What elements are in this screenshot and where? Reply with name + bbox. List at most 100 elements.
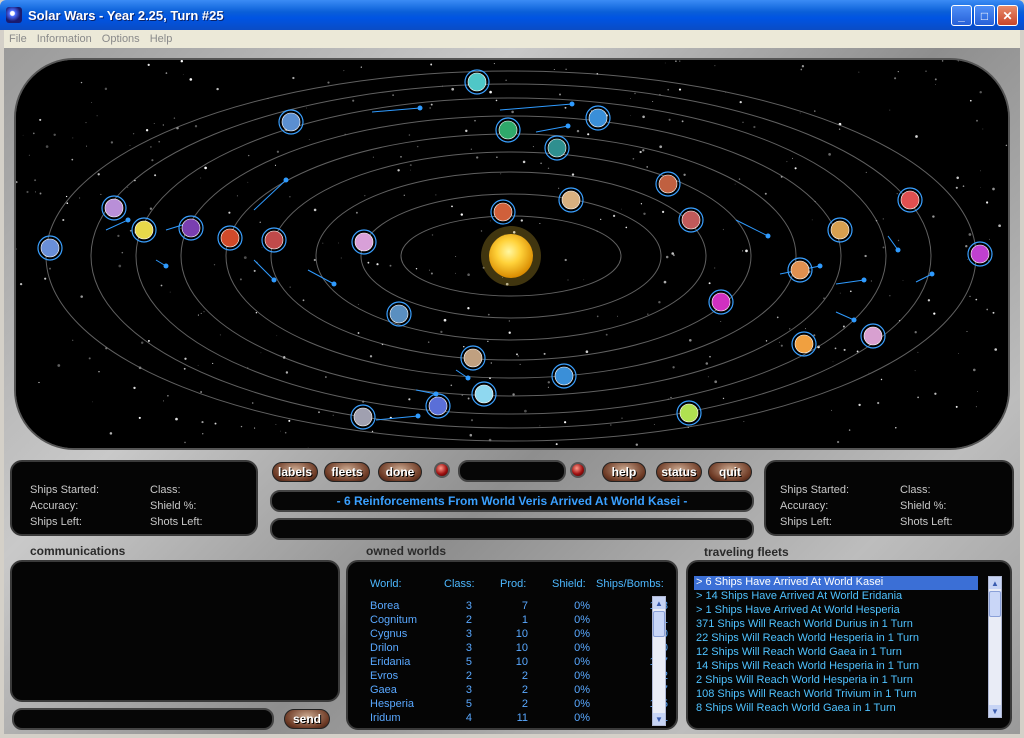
secondary-message-bar [270,518,754,540]
right-indicator-light [570,462,586,478]
world-name-cell: Hesperia [370,698,415,710]
planet[interactable] [131,217,157,243]
planet[interactable] [425,393,451,419]
planet[interactable] [655,171,681,197]
ships-started-label: Ships Started: [780,484,850,496]
fleet-list-item[interactable]: 12 Ships Will Reach World Gaea in 1 Turn [694,646,978,660]
left-indicator-light [434,462,450,478]
planet[interactable] [585,105,611,131]
ships-started-label: Ships Started: [30,484,100,496]
class-label: Class: [900,484,931,496]
class-column-header: Class: [444,578,475,590]
world-value-cell: 3 [465,600,472,612]
status-button[interactable]: status [656,462,702,482]
planet[interactable] [676,400,702,426]
world-value-cell: 5 [465,656,472,668]
planet[interactable] [351,229,377,255]
planet[interactable] [471,381,497,407]
fleet-list-item[interactable]: 14 Ships Will Reach World Hesperia in 1 … [694,660,978,674]
world-value-cell: 3 [465,684,472,696]
fleet-list-item[interactable]: 108 Ships Will Reach World Trivium in 1 … [694,688,978,702]
fleet-list-item[interactable]: > 6 Ships Have Arrived At World Kasei [694,576,978,590]
planet[interactable] [386,301,412,327]
scroll-thumb[interactable] [653,611,665,637]
quit-button[interactable]: quit [708,462,752,482]
planet[interactable] [791,331,817,357]
planet[interactable] [350,404,376,430]
planet[interactable] [278,109,304,135]
galaxy-app-icon [6,7,22,23]
menu-help[interactable]: Help [145,33,178,45]
left-combat-stats-panel: Ships Started: Accuracy: Ships Left: Cla… [10,460,258,536]
solar-system-map[interactable] [14,58,1010,450]
planet[interactable] [217,225,243,251]
scroll-thumb[interactable] [989,591,1001,617]
scroll-up-button[interactable]: ▲ [653,597,665,609]
close-button[interactable]: ✕ [997,5,1018,26]
menu-options[interactable]: Options [97,33,145,45]
planet[interactable] [827,217,853,243]
ships-left-label: Ships Left: [780,516,832,528]
world-name-cell: Gaea [370,684,397,696]
planet[interactable] [178,215,204,241]
planet[interactable] [678,207,704,233]
world-value-cell: 11 [516,712,528,724]
world-name-cell: Drilon [370,642,399,654]
fleet-list-item[interactable]: > 14 Ships Have Arrived At World Eridani… [694,590,978,604]
help-button[interactable]: help [602,462,646,482]
planet[interactable] [261,227,287,253]
world-value-cell: 1 [521,614,528,626]
world-value-cell: 2 [465,614,472,626]
scroll-down-button[interactable]: ▼ [989,705,1001,717]
ships-left-label: Ships Left: [30,516,82,528]
planet[interactable] [860,323,886,349]
menu-file[interactable]: File [4,33,32,45]
world-value-cell: 0% [574,656,590,668]
done-button[interactable]: done [378,462,422,482]
planet[interactable] [708,289,734,315]
planet[interactable] [490,199,516,225]
planet[interactable] [460,345,486,371]
world-name-cell: Borea [370,600,400,612]
labels-button[interactable]: labels [272,462,318,482]
fleet-list-item[interactable]: 22 Ships Will Reach World Hesperia in 1 … [694,632,978,646]
minimize-button[interactable]: _ [951,5,972,26]
planet[interactable] [897,187,923,213]
class-label: Class: [150,484,181,496]
fleet-list-item[interactable]: > 1 Ships Have Arrived At World Hesperia [694,604,978,618]
worlds-scrollbar[interactable]: ▲ ▼ [652,596,666,726]
planet[interactable] [551,363,577,389]
fleet-list-item[interactable]: 8 Ships Will Reach World Gaea in 1 Turn [694,702,978,716]
planet[interactable] [37,235,63,261]
send-button[interactable]: send [284,709,330,729]
world-value-cell: 10 [515,642,528,654]
solar-system-canvas[interactable] [16,60,1008,448]
world-value-cell: 3 [465,642,472,654]
world-value-cell: 7 [521,600,528,612]
world-name-cell: Iridum [370,712,401,724]
planet[interactable] [967,241,993,267]
planet[interactable] [464,69,490,95]
world-value-cell: 0% [574,614,590,626]
communications-log[interactable] [10,560,340,702]
planet[interactable] [101,195,127,221]
message-bar: - 6 Reinforcements From World Veris Arri… [270,490,754,512]
title-bar: Solar Wars - Year 2.25, Turn #25 _ □ ✕ [0,0,1024,30]
fleet-list-item[interactable]: 2 Ships Will Reach World Hesperia in 1 T… [694,674,978,688]
menu-information[interactable]: Information [32,33,97,45]
world-value-cell: 2 [521,698,528,710]
planet[interactable] [544,135,570,161]
planet[interactable] [787,257,813,283]
planet[interactable] [558,187,584,213]
fleets-button[interactable]: fleets [324,462,370,482]
scroll-down-button[interactable]: ▼ [653,713,665,725]
world-value-cell: 2 [521,670,528,682]
chat-input[interactable] [12,708,274,730]
maximize-button[interactable]: □ [974,5,995,26]
traveling-fleets-heading: traveling fleets [704,545,789,559]
fleet-list-item[interactable]: 371 Ships Will Reach World Durius in 1 T… [694,618,978,632]
planet[interactable] [495,117,521,143]
scroll-up-button[interactable]: ▲ [989,577,1001,589]
traveling-fleets-panel: > 6 Ships Have Arrived At World Kasei > 1… [686,560,1012,730]
fleets-scrollbar[interactable]: ▲ ▼ [988,576,1002,718]
